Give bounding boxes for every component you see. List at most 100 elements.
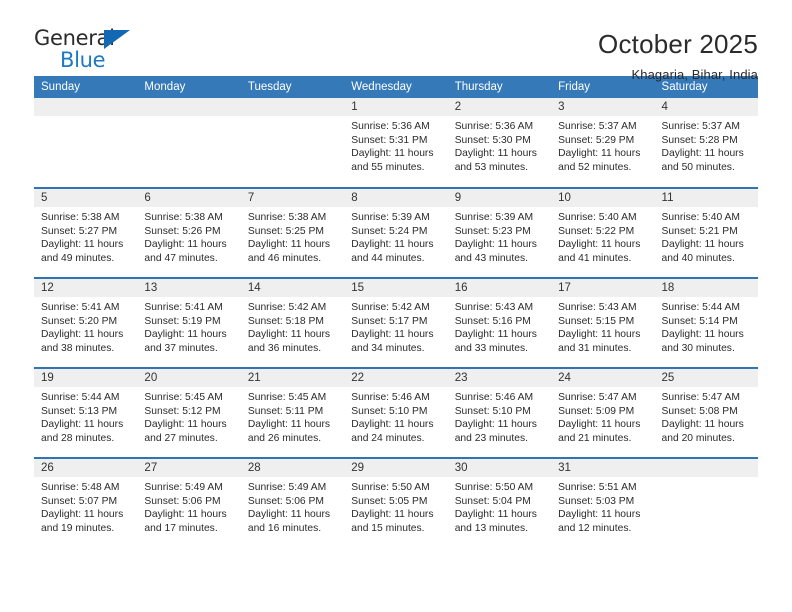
calendar-day-cell[interactable]: 9 Sunrise: 5:39 AM Sunset: 5:23 PM Daylight…: [447, 187, 552, 278]
sunrise-text: Sunrise: 5:45 AM: [247, 392, 327, 403]
daylight-text-cont: and 27 minutes.: [144, 432, 218, 444]
daylight-text: Daylight: 11 hours: [558, 329, 641, 341]
day-number: 23: [447, 369, 552, 387]
sunrise-text: Sunrise: 5:43 AM: [558, 302, 637, 313]
calendar-day-cell[interactable]: 22 Sunrise: 5:46 AM Sunset: 5:10 PM Dayligh…: [344, 367, 448, 458]
sunrise-text: Sunrise: 5:41 AM: [41, 302, 120, 313]
day-number: 25: [654, 369, 758, 387]
calendar-day-cell[interactable]: 21 Sunrise: 5:45 AM Sunset: 5:11 PM Dayligh…: [240, 367, 345, 458]
day-number: 29: [344, 459, 448, 477]
sunset-text: Sunset: 5:26 PM: [144, 225, 221, 237]
daylight-text-cont: and 52 minutes.: [558, 161, 632, 173]
day-details: Sunrise: 5:51 AM Sunset: 5:03 PM Daylight:…: [551, 477, 654, 535]
daylight-text: Daylight: 11 hours: [247, 329, 331, 341]
calendar-day-cell[interactable]: 26 Sunrise: 5:48 AM Sunset: 5:07 PM Dayligh…: [34, 457, 138, 548]
day-number: 1: [344, 98, 448, 116]
day-details: Sunrise: 5:49 AM Sunset: 5:06 PM Daylight:…: [241, 477, 344, 535]
calendar-day-cell[interactable]: 11 Sunrise: 5:40 AM Sunset: 5:21 PM Dayligh…: [654, 187, 758, 278]
sunset-text: Sunset: 5:31 PM: [351, 134, 428, 146]
day-details: Sunrise: 5:43 AM Sunset: 5:16 PM Daylight:…: [448, 297, 551, 355]
sunrise-text: Sunrise: 5:42 AM: [247, 302, 327, 313]
sunrise-text: Sunrise: 5:47 AM: [558, 392, 637, 403]
calendar-day-cell[interactable]: 14 Sunrise: 5:42 AM Sunset: 5:18 PM Dayligh…: [240, 277, 345, 368]
calendar-day-cell[interactable]: 5 Sunrise: 5:38 AM Sunset: 5:27 PM Daylight…: [34, 187, 138, 278]
sunset-text: Sunset: 5:10 PM: [351, 405, 428, 417]
day-number: [137, 98, 241, 116]
calendar-day-cell[interactable]: 25 Sunrise: 5:47 AM Sunset: 5:08 PM Dayligh…: [654, 367, 758, 458]
day-number: 12: [34, 279, 138, 297]
general-blue-logo[interactable]: General Blue: [34, 28, 154, 78]
sunset-text: Sunset: 5:22 PM: [558, 225, 635, 237]
calendar-day-cell-empty: [34, 98, 138, 188]
calendar-day-cell[interactable]: 1 Sunrise: 5:36 AM Sunset: 5:31 PM Daylight…: [344, 98, 448, 188]
daylight-text: Daylight: 11 hours: [558, 419, 641, 431]
daylight-text-cont: and 41 minutes.: [558, 252, 632, 264]
day-number: 2: [447, 98, 552, 116]
daylight-text-cont: and 19 minutes.: [41, 522, 115, 534]
daylight-text: Daylight: 11 hours: [454, 419, 537, 431]
sunrise-text: Sunrise: 5:44 AM: [41, 392, 120, 403]
weekday-header-sunday: Sunday: [34, 76, 138, 98]
calendar-day-cell[interactable]: 6 Sunrise: 5:38 AM Sunset: 5:26 PM Daylight…: [137, 187, 241, 278]
day-details: Sunrise: 5:46 AM Sunset: 5:10 PM Daylight:…: [344, 387, 447, 445]
calendar-day-cell[interactable]: 4 Sunrise: 5:37 AM Sunset: 5:28 PM Daylight…: [654, 98, 758, 188]
day-details: Sunrise: 5:42 AM Sunset: 5:18 PM Daylight:…: [241, 297, 344, 355]
day-number: 16: [447, 279, 552, 297]
calendar-day-cell[interactable]: 31 Sunrise: 5:51 AM Sunset: 5:03 PM Dayligh…: [551, 457, 655, 548]
sunset-text: Sunset: 5:25 PM: [247, 225, 324, 237]
calendar-day-cell[interactable]: 30 Sunrise: 5:50 AM Sunset: 5:04 PM Dayligh…: [447, 457, 552, 548]
daylight-text-cont: and 34 minutes.: [351, 342, 425, 354]
sunrise-text: Sunrise: 5:47 AM: [661, 392, 740, 403]
calendar-day-cell[interactable]: 28 Sunrise: 5:49 AM Sunset: 5:06 PM Dayligh…: [240, 457, 345, 548]
daylight-text: Daylight: 11 hours: [454, 239, 537, 251]
day-number: 9: [447, 189, 552, 207]
logo-text-blue: Blue: [60, 48, 106, 72]
calendar-day-cell[interactable]: 3 Sunrise: 5:37 AM Sunset: 5:29 PM Daylight…: [551, 98, 655, 188]
calendar-day-cell[interactable]: 12 Sunrise: 5:41 AM Sunset: 5:20 PM Dayligh…: [34, 277, 138, 368]
calendar-day-cell[interactable]: 20 Sunrise: 5:45 AM Sunset: 5:12 PM Dayligh…: [137, 367, 241, 458]
daylight-text: Daylight: 11 hours: [661, 419, 744, 431]
sunset-text: Sunset: 5:08 PM: [661, 405, 738, 417]
day-details: Sunrise: 5:50 AM Sunset: 5:05 PM Daylight:…: [344, 477, 447, 535]
sunset-text: Sunset: 5:05 PM: [351, 495, 428, 507]
sunset-text: Sunset: 5:10 PM: [454, 405, 531, 417]
calendar-day-cell[interactable]: 8 Sunrise: 5:39 AM Sunset: 5:24 PM Daylight…: [344, 187, 448, 278]
daylight-text-cont: and 40 minutes.: [661, 252, 735, 264]
calendar-day-cell[interactable]: 10 Sunrise: 5:40 AM Sunset: 5:22 PM Dayligh…: [551, 187, 655, 278]
calendar-day-cell[interactable]: 2 Sunrise: 5:36 AM Sunset: 5:30 PM Daylight…: [447, 98, 552, 188]
day-details: Sunrise: 5:45 AM Sunset: 5:12 PM Daylight:…: [137, 387, 240, 445]
calendar-day-cell[interactable]: 16 Sunrise: 5:43 AM Sunset: 5:16 PM Dayligh…: [447, 277, 552, 368]
day-number: 21: [240, 369, 345, 387]
day-details: Sunrise: 5:47 AM Sunset: 5:08 PM Daylight:…: [655, 387, 758, 445]
daylight-text: Daylight: 11 hours: [247, 509, 331, 521]
calendar-day-cell[interactable]: 7 Sunrise: 5:38 AM Sunset: 5:25 PM Daylight…: [240, 187, 345, 278]
day-number: 10: [551, 189, 655, 207]
daylight-text: Daylight: 11 hours: [41, 329, 124, 341]
calendar-day-cell[interactable]: 29 Sunrise: 5:50 AM Sunset: 5:05 PM Dayligh…: [344, 457, 448, 548]
calendar-day-cell[interactable]: 23 Sunrise: 5:46 AM Sunset: 5:10 PM Dayligh…: [447, 367, 552, 458]
day-details: [137, 116, 240, 120]
calendar-day-cell[interactable]: 17 Sunrise: 5:43 AM Sunset: 5:15 PM Dayligh…: [551, 277, 655, 368]
calendar-day-cell[interactable]: 24 Sunrise: 5:47 AM Sunset: 5:09 PM Dayligh…: [551, 367, 655, 458]
calendar-day-cell[interactable]: 27 Sunrise: 5:49 AM Sunset: 5:06 PM Dayligh…: [137, 457, 241, 548]
calendar-day-cell[interactable]: 18 Sunrise: 5:44 AM Sunset: 5:14 PM Dayligh…: [654, 277, 758, 368]
day-number: 27: [137, 459, 241, 477]
day-number: 6: [137, 189, 241, 207]
sunrise-text: Sunrise: 5:36 AM: [454, 121, 534, 132]
calendar-day-cell[interactable]: 13 Sunrise: 5:41 AM Sunset: 5:19 PM Dayligh…: [137, 277, 241, 368]
sunset-text: Sunset: 5:13 PM: [41, 405, 118, 417]
daylight-text: Daylight: 11 hours: [41, 419, 124, 431]
daylight-text-cont: and 26 minutes.: [247, 432, 322, 444]
daylight-text: Daylight: 11 hours: [351, 329, 434, 341]
day-number: 17: [551, 279, 655, 297]
daylight-text-cont: and 36 minutes.: [247, 342, 322, 354]
sunset-text: Sunset: 5:27 PM: [41, 225, 118, 237]
daylight-text-cont: and 20 minutes.: [661, 432, 735, 444]
daylight-text-cont: and 49 minutes.: [41, 252, 115, 264]
sunset-text: Sunset: 5:30 PM: [454, 134, 531, 146]
sunrise-text: Sunrise: 5:46 AM: [351, 392, 430, 403]
calendar-day-cell[interactable]: 15 Sunrise: 5:42 AM Sunset: 5:17 PM Dayligh…: [344, 277, 448, 368]
daylight-text-cont: and 50 minutes.: [661, 161, 735, 173]
day-details: Sunrise: 5:40 AM Sunset: 5:21 PM Daylight:…: [655, 207, 758, 265]
calendar-day-cell[interactable]: 19 Sunrise: 5:44 AM Sunset: 5:13 PM Dayligh…: [34, 367, 138, 458]
